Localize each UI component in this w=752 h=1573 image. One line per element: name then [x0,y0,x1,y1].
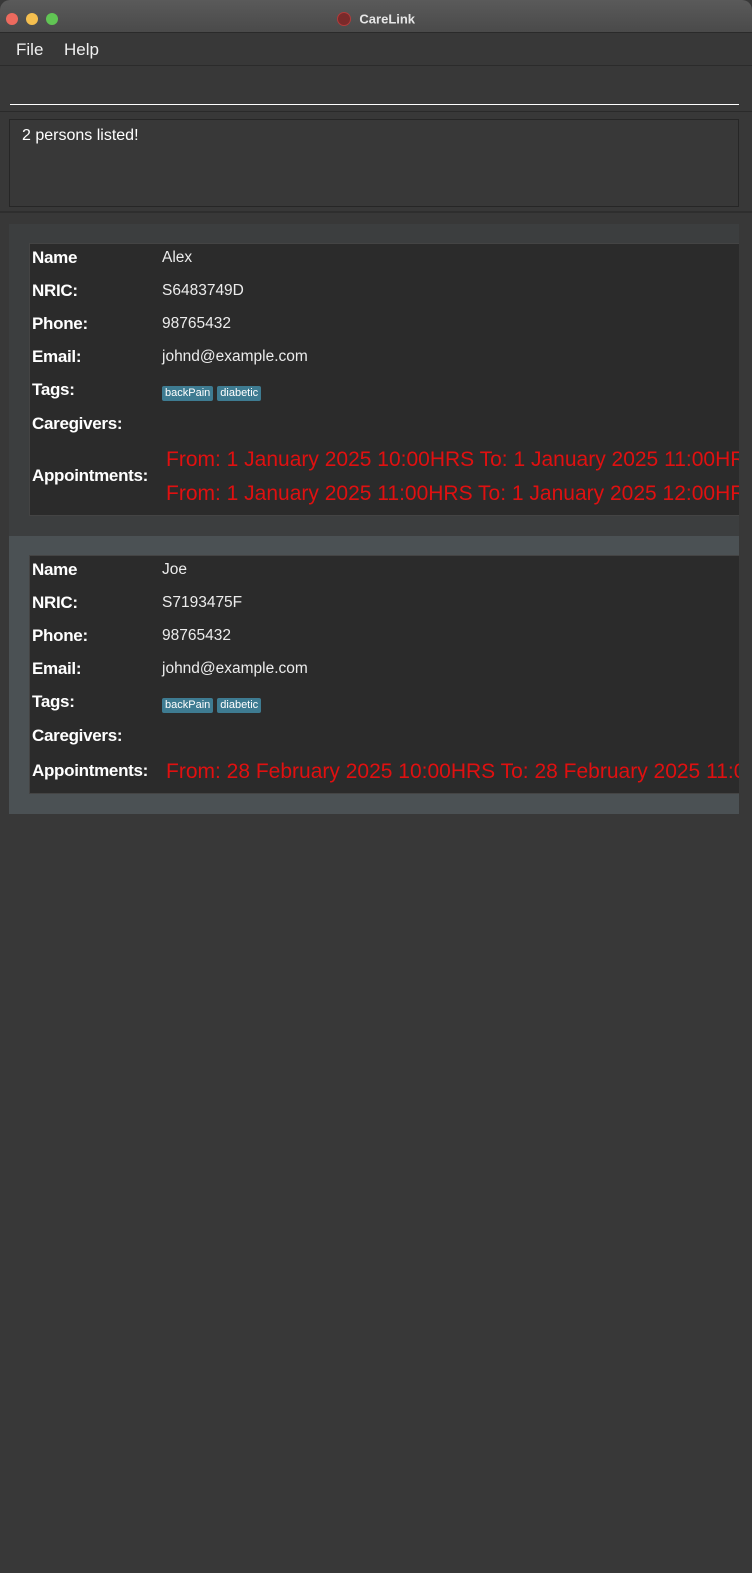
split-divider[interactable] [0,211,752,213]
tag-list: backPain diabetic [162,695,265,713]
tag-badge: backPain [162,698,214,713]
nric-value: S7193475F [162,594,243,611]
result-display: 2 persons listed! [9,119,739,207]
person-card[interactable]: Name Joe NRIC: S7193475F Phone: 98765432… [9,536,739,814]
app-logo-icon [336,11,351,26]
tags-row: Tags: backPain diabetic [30,688,739,722]
email-row: Email: johnd@example.com [30,655,739,688]
menu-help[interactable]: Help [64,40,99,60]
phone-row: Phone: 98765432 [30,310,739,343]
app-window: CareLink File Help 2 persons listed! Nam… [0,0,752,1573]
tag-badge: diabetic [217,386,262,401]
nric-value: S6483749D [162,282,244,299]
menu-file[interactable]: File [16,40,43,60]
appointments-row: Appointments: From: 28 February 2025 10:… [30,755,739,789]
tag-list: backPain diabetic [162,383,265,401]
caregivers-row: Caregivers: [30,410,739,443]
nric-row: NRIC: S7193475F [30,589,739,622]
window-title-group: CareLink [0,10,752,28]
name-value: Alex [162,249,193,266]
appointments-label: Appointments: [32,761,149,780]
appointment-item: From: 1 January 2025 10:00HRS To: 1 Janu… [166,448,739,471]
caregivers-row: Caregivers: [30,722,739,755]
appointment-item: From: 28 February 2025 10:00HRS To: 28 F… [166,760,739,783]
phone-value: 98765432 [162,315,231,332]
nric-label: NRIC: [32,281,78,300]
menu-bar: File Help [0,34,752,66]
caregivers-label: Caregivers: [32,726,123,745]
tags-row: Tags: backPain diabetic [30,376,739,410]
phone-label: Phone: [32,314,88,333]
name-label: Name [32,248,78,267]
tags-label: Tags: [32,380,75,399]
email-value: johnd@example.com [162,348,308,365]
command-box [0,66,752,112]
nric-label: NRIC: [32,593,78,612]
command-input[interactable] [10,74,739,105]
result-message: 2 persons listed! [22,127,139,144]
caregivers-label: Caregivers: [32,414,123,433]
phone-label: Phone: [32,626,88,645]
appointments-label: Appointments: [32,466,149,485]
email-label: Email: [32,347,82,366]
tag-badge: backPain [162,386,214,401]
email-row: Email: johnd@example.com [30,343,739,376]
phone-value: 98765432 [162,627,231,644]
phone-row: Phone: 98765432 [30,622,739,655]
name-label: Name [32,560,78,579]
email-value: johnd@example.com [162,660,308,677]
name-value: Joe [162,561,187,578]
person-details: Name Joe NRIC: S7193475F Phone: 98765432… [29,555,739,794]
appointments-row: Appointments: From: 1 January 2025 10:00… [30,443,739,511]
tags-label: Tags: [32,692,75,711]
nric-row: NRIC: S6483749D [30,277,739,310]
tag-badge: diabetic [217,698,262,713]
email-label: Email: [32,659,82,678]
name-row: Name Alex [30,244,739,277]
window-title: CareLink [359,11,416,27]
person-list: Name Alex NRIC: S6483749D Phone: 9876543… [9,224,739,814]
person-card[interactable]: Name Alex NRIC: S6483749D Phone: 9876543… [9,224,739,536]
title-bar[interactable]: CareLink [0,0,752,33]
appointment-item: From: 1 January 2025 11:00HRS To: 1 Janu… [166,482,739,505]
name-row: Name Joe [30,556,739,589]
person-details: Name Alex NRIC: S6483749D Phone: 9876543… [29,243,739,516]
